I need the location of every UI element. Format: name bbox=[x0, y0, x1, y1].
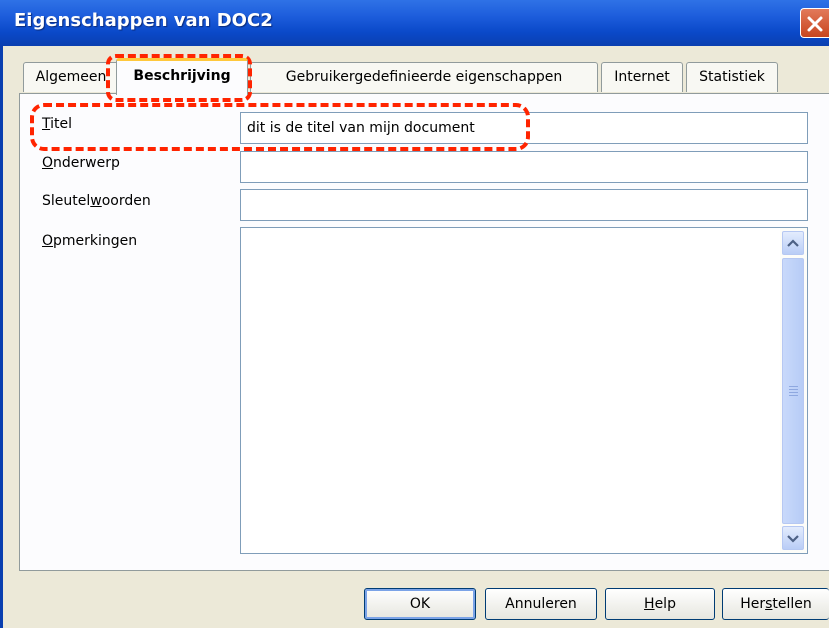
close-icon bbox=[807, 16, 823, 32]
window-title: Eigenschappen van DOC2 bbox=[14, 10, 273, 31]
tab-label: Gebruikergedefinieerde eigenschappen bbox=[285, 69, 563, 85]
close-button[interactable] bbox=[800, 8, 829, 38]
cancel-button[interactable]: Annuleren bbox=[485, 588, 597, 620]
button-label: Annuleren bbox=[505, 596, 577, 612]
sleutelwoorden-label: Sleutelwoorden bbox=[42, 193, 151, 209]
scroll-down-button[interactable] bbox=[782, 526, 804, 550]
titel-field[interactable]: dit is de titel van mijn document bbox=[240, 112, 808, 144]
grip-line bbox=[789, 395, 798, 396]
tab-label: Beschrijving bbox=[133, 68, 231, 84]
grip-line bbox=[789, 392, 798, 393]
grip-line bbox=[789, 386, 798, 387]
reset-button[interactable]: Herstellen bbox=[722, 588, 829, 620]
grip-line bbox=[789, 389, 798, 390]
tab-label: Statistiek bbox=[699, 69, 765, 85]
chevron-down-icon bbox=[787, 535, 799, 543]
tab-algemeen[interactable]: Algemeen bbox=[23, 62, 119, 92]
tab-beschrijving[interactable]: Beschrijving bbox=[116, 58, 248, 95]
title-bar[interactable]: Eigenschappen van DOC2 bbox=[0, 0, 829, 46]
button-label: OK bbox=[409, 596, 431, 612]
tab-label: Algemeen bbox=[35, 69, 107, 85]
opmerkingen-textarea[interactable] bbox=[240, 227, 808, 554]
ok-button[interactable]: OK bbox=[364, 588, 476, 620]
scroll-thumb[interactable] bbox=[782, 258, 804, 524]
onderwerp-field[interactable] bbox=[240, 151, 808, 183]
titel-label: Titel bbox=[42, 116, 73, 132]
vertical-scrollbar[interactable] bbox=[780, 228, 807, 553]
scroll-up-button[interactable] bbox=[782, 231, 804, 255]
tab-label: Internet bbox=[614, 69, 670, 85]
sleutelwoorden-field[interactable] bbox=[240, 189, 808, 221]
tab-gebruikergedefinieerde[interactable]: Gebruikergedefinieerde eigenschappen bbox=[250, 62, 598, 92]
chevron-up-icon bbox=[787, 239, 799, 247]
help-button[interactable]: Help bbox=[605, 588, 715, 620]
opmerkingen-label: Opmerkingen bbox=[42, 233, 138, 249]
tab-internet[interactable]: Internet bbox=[601, 62, 683, 92]
tab-statistiek[interactable]: Statistiek bbox=[686, 62, 778, 92]
onderwerp-label: Onderwerp bbox=[42, 155, 120, 171]
properties-dialog: Eigenschappen van DOC2 Algemeen Gebruike… bbox=[0, 0, 829, 628]
